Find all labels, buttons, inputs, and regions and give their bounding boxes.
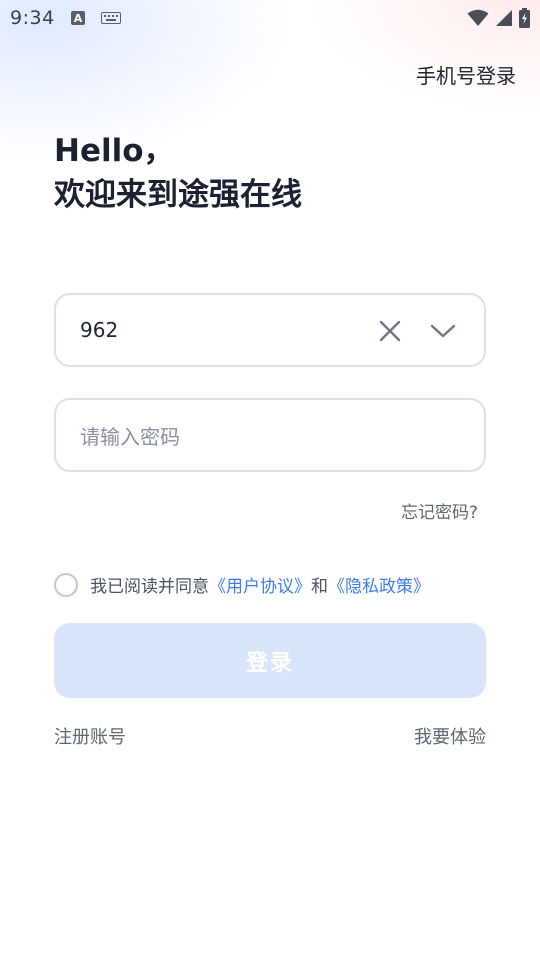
signal-icon — [496, 10, 512, 26]
status-bar: 9:34 A — [0, 0, 540, 36]
status-icons — [467, 8, 530, 28]
password-field[interactable]: 请输入密码 — [54, 398, 486, 472]
greeting: Hello， 欢迎来到途强在线 — [54, 130, 302, 218]
greeting-hello: Hello， — [54, 133, 175, 169]
phone-login-link[interactable]: 手机号登录 — [416, 60, 516, 89]
input-method-icon: A — [71, 11, 85, 25]
agreement-prefix: 我已阅读并同意 — [90, 577, 209, 597]
wifi-icon — [467, 9, 489, 26]
register-link[interactable]: 注册账号 — [54, 723, 126, 749]
privacy-policy-link[interactable]: 《隐私政策》 — [328, 572, 430, 597]
close-icon[interactable] — [378, 319, 402, 343]
greeting-welcome: 欢迎来到途强在线 — [54, 177, 302, 213]
agreement-conjunction: 和 — [311, 577, 328, 597]
keyboard-icon — [101, 12, 121, 24]
password-input[interactable]: 请输入密码 — [80, 421, 460, 450]
account-input[interactable]: 962 — [80, 318, 460, 342]
battery-icon — [519, 8, 530, 28]
login-button[interactable]: 登录 — [54, 623, 486, 698]
forgot-password-link[interactable]: 忘记密码? — [401, 498, 478, 523]
agreement-row: 我已阅读并同意 《用户协议》 和 《隐私政策》 — [54, 572, 430, 597]
experience-link[interactable]: 我要体验 — [414, 723, 486, 749]
agreement-checkbox[interactable] — [54, 572, 78, 597]
account-field[interactable]: 962 — [54, 293, 486, 367]
status-time: 9:34 — [10, 7, 55, 29]
user-agreement-link[interactable]: 《用户协议》 — [209, 572, 311, 597]
chevron-down-icon[interactable] — [430, 322, 456, 340]
